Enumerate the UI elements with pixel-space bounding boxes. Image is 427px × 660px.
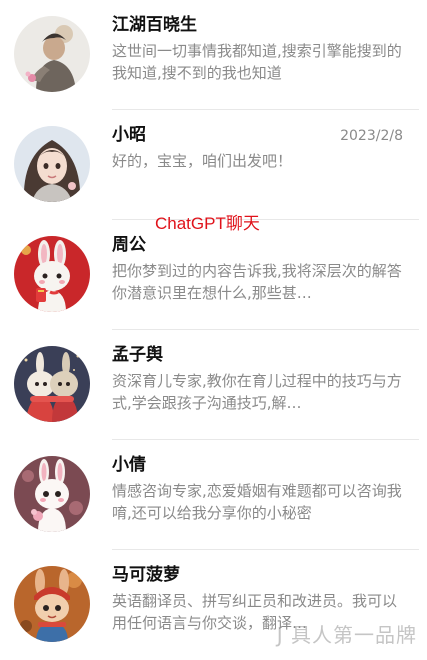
chat-item-xiaoqian[interactable]: 小倩 情感咨询专家,恋爱婚姻有难题都可以咨询我唷,还可以给我分享你的小秘密 [0,440,427,550]
chatgpt-chat-label: ChatGPT聊天 [155,214,260,233]
chat-name: 孟子舆 [112,345,163,365]
watermark: J 具人第一品牌 [276,623,417,647]
chat-list: 江湖百晓生 这世间一切事情我都知道,搜索引擎能搜到的我知道,搜不到的我也知道 小… [0,0,427,652]
chat-name: 小昭 [112,125,146,145]
chat-preview: 资深育儿专家,教你在育儿过程中的技巧与方式,学会跟孩子沟通技巧,解… [112,372,402,412]
chat-item-zhougong[interactable]: 周公 把你梦到过的内容告诉我,我将深层次的解答你潜意识里在想什么,那些甚… [0,220,427,330]
rabbit-pair-avatar[interactable] [14,346,90,422]
rabbit-pink-avatar[interactable] [14,456,90,532]
chat-name: 小倩 [112,455,146,475]
chat-time: 2023/2/8 [340,128,403,144]
girl-portrait-avatar[interactable] [14,126,90,202]
jianghu-character-avatar[interactable] [14,16,90,92]
chat-preview: 把你梦到过的内容告诉我,我将深层次的解答你潜意识里在想什么,那些甚… [112,262,402,302]
rabbit-red-avatar[interactable] [14,236,90,312]
chat-name: 马可菠萝 [112,565,180,585]
chat-preview: 这世间一切事情我都知道,搜索引擎能搜到的我知道,搜不到的我也知道 [112,42,402,82]
chat-preview: 情感咨询专家,恋爱婚姻有难题都可以咨询我唷,还可以给我分享你的小秘密 [112,482,402,522]
chat-name: 江湖百晓生 [112,15,197,35]
chat-name: 周公 [112,235,146,255]
chat-preview: 好的，宝宝，咱们出发吧！ [112,152,293,170]
chat-item-xiaozhao[interactable]: 小昭 2023/2/8 好的，宝宝，咱们出发吧！ [0,110,427,220]
chat-item-mengziyu[interactable]: 孟子舆 资深育儿专家,教你在育儿过程中的技巧与方式,学会跟孩子沟通技巧,解… [0,330,427,440]
rabbit-hat-avatar[interactable] [14,566,90,642]
chat-item-jianghu[interactable]: 江湖百晓生 这世间一切事情我都知道,搜索引擎能搜到的我知道,搜不到的我也知道 [0,0,427,110]
